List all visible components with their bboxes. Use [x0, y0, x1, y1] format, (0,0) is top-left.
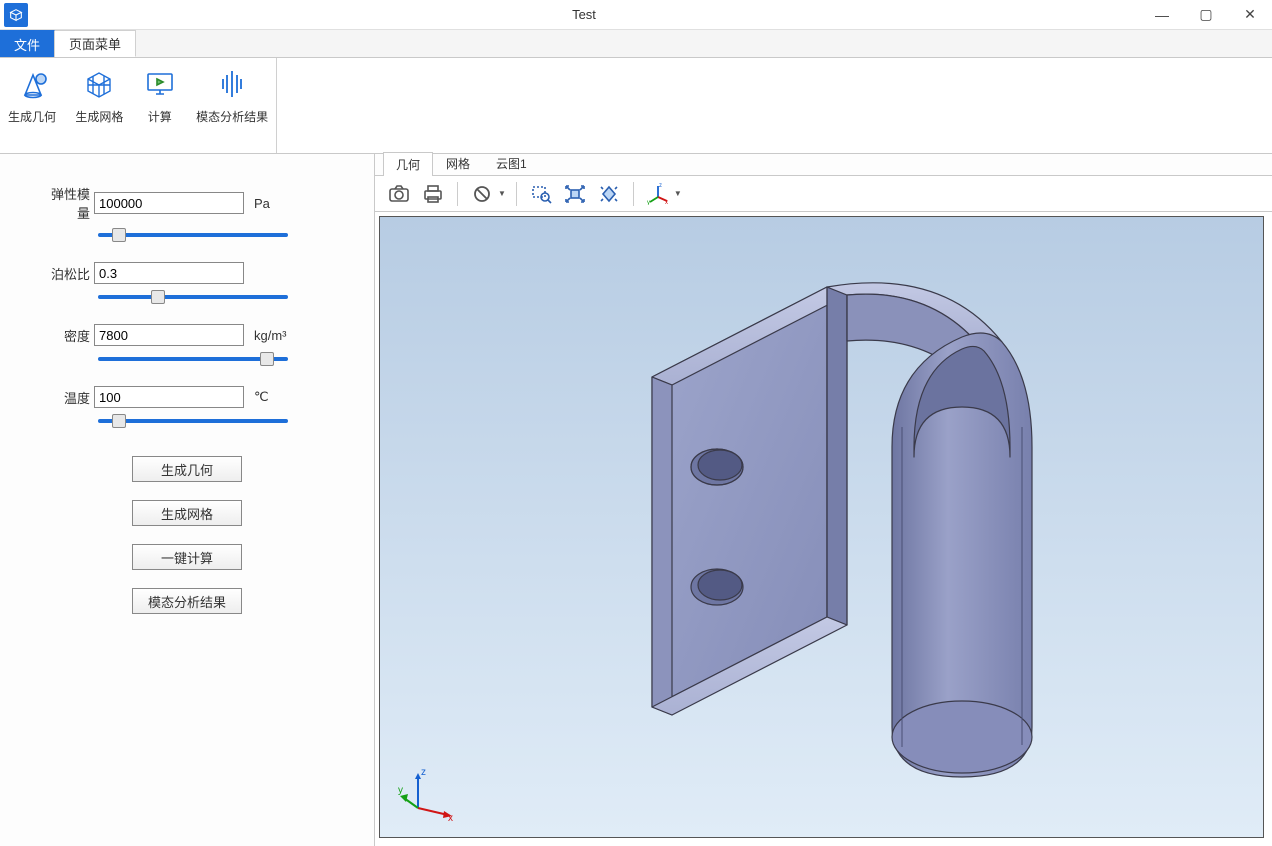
corner-axis-triad: z x y [398, 763, 458, 823]
ribbon-label: 生成几何 [8, 108, 56, 125]
ribbon-group: 生成几何 生成网格 计算 模态分析结果 [0, 58, 277, 153]
properties-panel: 弹性模量 Pa 泊松比 密度 kg/m³ 温度 ℃ 生成几何 生成网格 一键计算 [0, 154, 375, 846]
slider-elastic[interactable] [98, 233, 288, 237]
minimize-button[interactable]: — [1140, 0, 1184, 30]
btn-compute[interactable]: 一键计算 [132, 544, 242, 570]
ribbon-gen-mesh[interactable]: 生成网格 [67, 62, 131, 129]
ribbon-gen-geom[interactable]: 生成几何 [0, 62, 64, 129]
ribbon-modal-result[interactable]: 模态分析结果 [188, 62, 276, 129]
window-title: Test [28, 7, 1140, 22]
action-buttons: 生成几何 生成网格 一键计算 模态分析结果 [40, 456, 334, 614]
svg-text:z: z [659, 183, 662, 189]
view-tab-geom[interactable]: 几何 [383, 152, 433, 176]
field-poisson: 泊松比 [40, 262, 334, 284]
view-panel: 几何 网格 云图1 ▼ [375, 154, 1272, 846]
btn-gen-mesh[interactable]: 生成网格 [132, 500, 242, 526]
camera-icon[interactable] [385, 180, 413, 208]
input-elastic[interactable] [94, 192, 244, 214]
titlebar: Test — ▢ ✕ [0, 0, 1272, 30]
svg-text:x: x [665, 200, 668, 205]
tab-page-menu[interactable]: 页面菜单 [55, 30, 136, 57]
main-area: 弹性模量 Pa 泊松比 密度 kg/m³ 温度 ℃ 生成几何 生成网格 一键计算 [0, 154, 1272, 846]
forbid-dropdown[interactable]: ▼ [468, 180, 506, 208]
input-poisson[interactable] [94, 262, 244, 284]
forbid-icon [468, 180, 496, 208]
view-tab-mesh[interactable]: 网格 [433, 151, 483, 175]
input-temperature[interactable] [94, 386, 244, 408]
svg-text:y: y [398, 785, 403, 796]
waveform-icon [196, 66, 268, 102]
field-density: 密度 kg/m³ [40, 324, 334, 346]
viewport-3d[interactable]: z x y [379, 216, 1264, 838]
rotate-view-icon[interactable] [595, 180, 623, 208]
monitor-play-icon [143, 66, 177, 102]
print-icon[interactable] [419, 180, 447, 208]
label-temperature: 温度 [40, 388, 94, 407]
svg-text:y: y [647, 200, 650, 205]
ribbon-label: 生成网格 [75, 108, 123, 125]
slider-density[interactable] [98, 357, 288, 361]
ribbon: 生成几何 生成网格 计算 模态分析结果 [0, 58, 1272, 154]
field-temperature: 温度 ℃ [40, 386, 334, 408]
input-density[interactable] [94, 324, 244, 346]
fit-view-icon[interactable] [561, 180, 589, 208]
ribbon-label: 模态分析结果 [196, 108, 268, 125]
label-elastic: 弹性模量 [40, 184, 94, 222]
close-button[interactable]: ✕ [1228, 0, 1272, 30]
toolbar-divider [516, 182, 517, 206]
tab-file[interactable]: 文件 [0, 30, 55, 57]
menu-tabs: 文件 页面菜单 [0, 30, 1272, 58]
viewport-toolbar: ▼ zxy ▼ [375, 176, 1272, 212]
ribbon-label: 计算 [143, 108, 177, 125]
zoom-rect-icon[interactable] [527, 180, 555, 208]
cone-sphere-icon [8, 66, 56, 102]
ribbon-compute[interactable]: 计算 [135, 62, 185, 129]
axes-dropdown[interactable]: zxy ▼ [644, 180, 682, 208]
unit-elastic: Pa [244, 196, 294, 211]
view-tabs: 几何 网格 云图1 [375, 154, 1272, 176]
slider-temperature[interactable] [98, 419, 288, 423]
window-controls: — ▢ ✕ [1140, 0, 1272, 30]
field-elastic-modulus: 弹性模量 Pa [40, 184, 334, 222]
btn-modal-result[interactable]: 模态分析结果 [132, 588, 242, 614]
cube-mesh-icon [75, 66, 123, 102]
toolbar-divider [633, 182, 634, 206]
unit-density: kg/m³ [244, 328, 294, 343]
label-poisson: 泊松比 [40, 264, 94, 283]
model-geometry [542, 247, 1102, 807]
toolbar-divider [457, 182, 458, 206]
label-density: 密度 [40, 326, 94, 345]
axes-icon: z x y [644, 180, 672, 208]
svg-text:z: z [421, 767, 426, 778]
view-tab-cloud[interactable]: 云图1 [483, 151, 540, 175]
maximize-button[interactable]: ▢ [1184, 0, 1228, 30]
btn-gen-geom[interactable]: 生成几何 [132, 456, 242, 482]
svg-text:x: x [448, 813, 453, 823]
unit-temperature: ℃ [244, 389, 294, 405]
slider-poisson[interactable] [98, 295, 288, 299]
app-icon [4, 3, 28, 27]
